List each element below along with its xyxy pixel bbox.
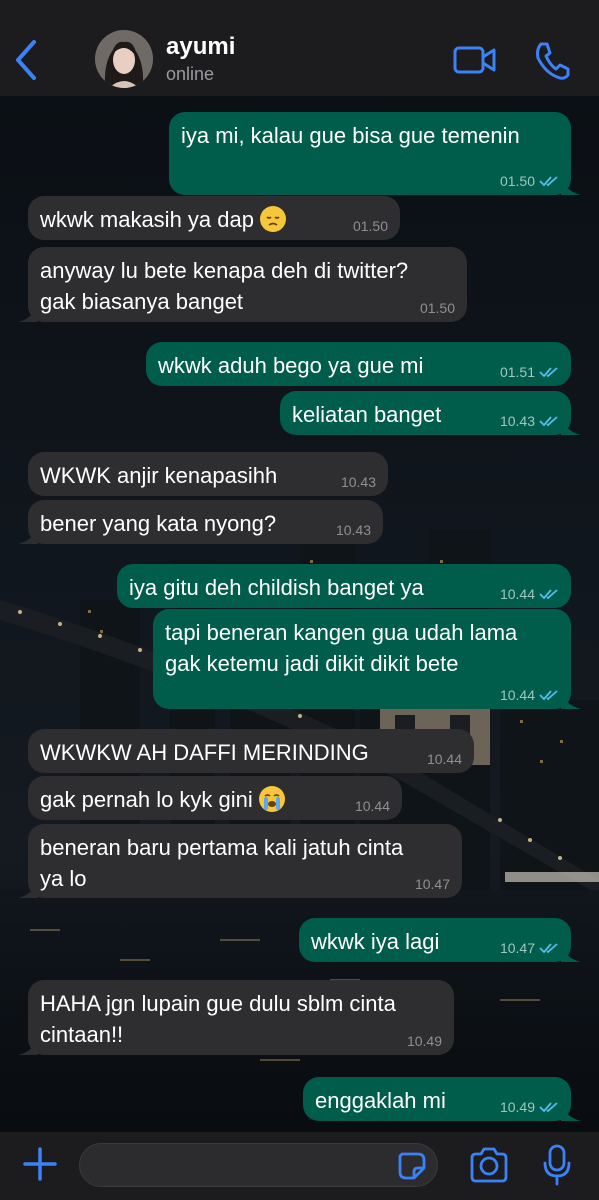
- outgoing-message[interactable]: iya mi, kalau gue bisa gue temenin 01.50: [169, 112, 581, 195]
- message-text-line: anyway lu bete kenapa deh di twitter?: [40, 258, 409, 283]
- read-ticks-icon: [539, 690, 558, 701]
- message-text-line: tapi beneran kangen gua udah lama: [165, 620, 518, 645]
- bubble-tail: [561, 177, 581, 195]
- message-text: iya gitu deh childish banget ya: [129, 575, 424, 600]
- message-time: 01.51: [499, 364, 535, 380]
- bubble-tail: [18, 526, 38, 544]
- incoming-message[interactable]: wkwk makasih ya dap 01.50: [28, 196, 400, 240]
- microphone-button[interactable]: [542, 1142, 572, 1186]
- chevron-left-icon: [16, 40, 36, 80]
- incoming-message[interactable]: gak pernah lo kyk gini 10.44: [28, 776, 402, 820]
- message-text: wkwk makasih ya dap: [40, 207, 254, 232]
- message-text-line: ya lo: [40, 866, 87, 891]
- outgoing-message[interactable]: tapi beneran kangen gua udah lama gak ke…: [153, 609, 581, 709]
- sticker-button[interactable]: [396, 1150, 428, 1182]
- message-text: iya mi, kalau gue bisa gue temenin: [181, 123, 520, 148]
- bubble-tail: [561, 944, 581, 962]
- read-ticks-icon: [539, 176, 558, 187]
- incoming-message[interactable]: WKWK anjir kenapasihh 10.43: [28, 452, 388, 496]
- video-camera-icon: [453, 46, 496, 74]
- incoming-message[interactable]: bener yang kata nyong? 10.43: [18, 500, 383, 544]
- camera-icon: [470, 1147, 508, 1183]
- chat-header: ayumi online: [0, 0, 599, 96]
- read-ticks-icon: [539, 367, 558, 378]
- message-text: gak pernah lo kyk gini: [40, 787, 253, 812]
- message-time: 10.44: [354, 798, 390, 814]
- message-time: 10.43: [335, 522, 371, 538]
- contact-avatar[interactable]: [95, 30, 153, 88]
- bubble-tail: [18, 304, 38, 322]
- message-list[interactable]: iya mi, kalau gue bisa gue temenin 01.50…: [0, 96, 599, 1132]
- voice-call-button[interactable]: [532, 38, 572, 82]
- outgoing-message[interactable]: keliatan banget 10.43: [280, 391, 581, 435]
- message-time: 10.47: [499, 940, 535, 956]
- message-time: 01.50: [352, 218, 388, 234]
- message-time: 10.43: [499, 413, 535, 429]
- message-text: wkwk aduh bego ya gue mi: [158, 353, 424, 378]
- message-time: 01.50: [419, 300, 455, 316]
- read-ticks-icon: [539, 1102, 558, 1113]
- attach-button[interactable]: [20, 1144, 60, 1184]
- avatar-photo: [95, 30, 153, 88]
- pensive-face-emoji: [260, 206, 287, 232]
- outgoing-message[interactable]: enggaklah mi 10.49: [303, 1077, 581, 1121]
- loudly-crying-face-emoji: [258, 786, 285, 812]
- bubble-tail: [561, 1103, 581, 1121]
- message-input[interactable]: [79, 1143, 438, 1187]
- incoming-message[interactable]: anyway lu bete kenapa deh di twitter? ga…: [18, 247, 467, 322]
- phone-icon: [535, 42, 570, 80]
- message-text-line: cintaan!!: [40, 1022, 124, 1047]
- bubble-tail: [18, 880, 38, 898]
- message-text-line: beneran baru pertama kali jatuh cinta: [40, 835, 404, 860]
- message-text-line: gak biasanya banget: [40, 289, 244, 314]
- message-time: 10.49: [406, 1033, 442, 1049]
- contact-status: online: [166, 64, 215, 84]
- message-time: 10.44: [426, 751, 462, 767]
- incoming-message[interactable]: beneran baru pertama kali jatuh cinta ya…: [18, 824, 462, 898]
- camera-button[interactable]: [468, 1146, 510, 1184]
- message-text: WKWK anjir kenapasihh: [40, 463, 278, 488]
- outgoing-message[interactable]: iya gitu deh childish banget ya 10.44: [117, 564, 571, 608]
- bubble-tail: [18, 1037, 38, 1055]
- back-button[interactable]: [10, 36, 44, 84]
- read-ticks-icon: [539, 589, 558, 600]
- message-time: 10.44: [499, 586, 535, 602]
- message-text-line: gak ketemu jadi dikit dikit bete: [165, 651, 459, 676]
- message-time: 10.43: [340, 474, 376, 490]
- incoming-message[interactable]: WKWKW AH DAFFI MERINDING 10.44: [28, 729, 474, 773]
- bubble-tail: [561, 691, 581, 709]
- read-ticks-icon: [539, 943, 558, 954]
- message-time: 10.47: [414, 876, 450, 892]
- message-time: 10.44: [499, 687, 535, 703]
- bubble-tail: [561, 417, 581, 435]
- message-time: 10.49: [499, 1099, 535, 1115]
- message-composer: [0, 1132, 599, 1200]
- read-ticks-icon: [539, 416, 558, 427]
- outgoing-message[interactable]: wkwk aduh bego ya gue mi 01.51: [146, 342, 571, 386]
- incoming-message[interactable]: HAHA jgn lupain gue dulu sblm cinta cint…: [18, 980, 454, 1055]
- message-text: bener yang kata nyong?: [40, 511, 277, 536]
- video-call-button[interactable]: [452, 40, 498, 80]
- microphone-icon: [543, 1144, 571, 1186]
- message-time: 01.50: [499, 173, 535, 189]
- message-text-line: HAHA jgn lupain gue dulu sblm cinta: [40, 991, 396, 1016]
- plus-icon: [23, 1147, 57, 1181]
- outgoing-message[interactable]: wkwk iya lagi 10.47: [299, 918, 581, 962]
- contact-name[interactable]: ayumi: [166, 33, 235, 61]
- message-text: WKWKW AH DAFFI MERINDING: [40, 740, 369, 765]
- sticker-icon: [398, 1152, 426, 1180]
